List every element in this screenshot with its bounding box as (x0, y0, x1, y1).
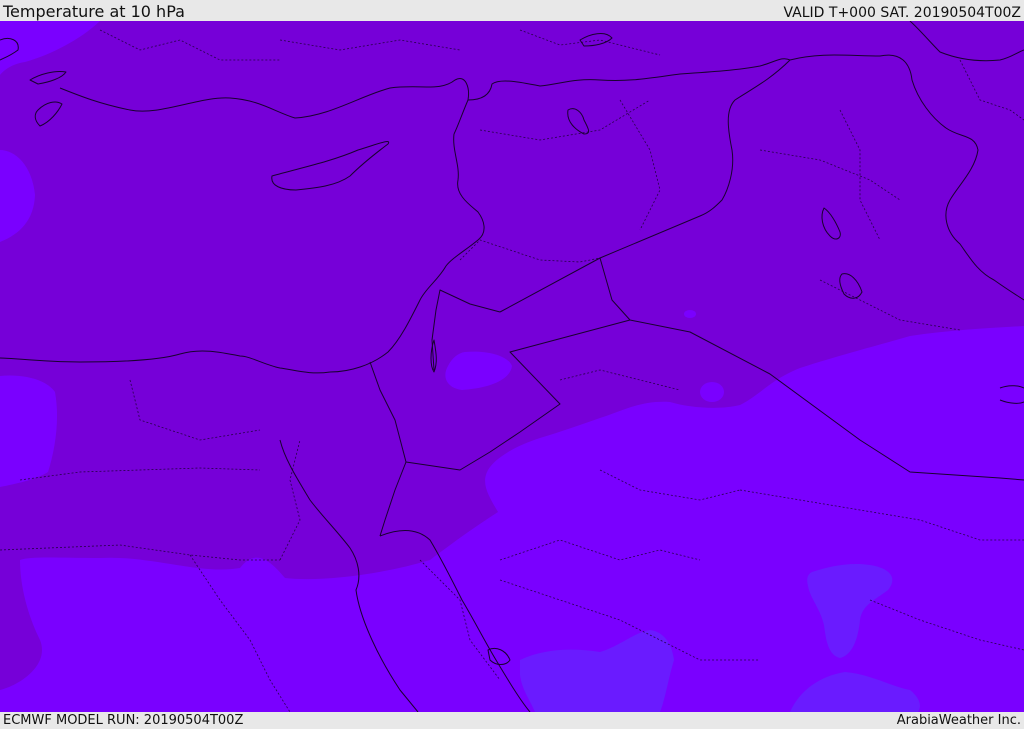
temperature-band-cool-dot (684, 310, 696, 318)
map-viewer: Temperature at 10 hPa VALID T+000 SAT. 2… (0, 0, 1024, 729)
valid-time: VALID T+000 SAT. 20190504T00Z (783, 5, 1021, 21)
temperature-band-cool-dot (700, 382, 724, 402)
map-title: Temperature at 10 hPa (3, 2, 185, 21)
footer-bar: ECMWF MODEL RUN: 20190504T00Z ArabiaWeat… (0, 712, 1024, 729)
header-bar: Temperature at 10 hPa VALID T+000 SAT. 2… (0, 0, 1024, 21)
temperature-map[interactable] (0, 21, 1024, 712)
model-run-label: ECMWF MODEL RUN: 20190504T00Z (3, 713, 244, 728)
credit-label: ArabiaWeather Inc. (896, 713, 1021, 728)
map-canvas (0, 21, 1024, 712)
temperature-band-cool-west (0, 375, 58, 487)
